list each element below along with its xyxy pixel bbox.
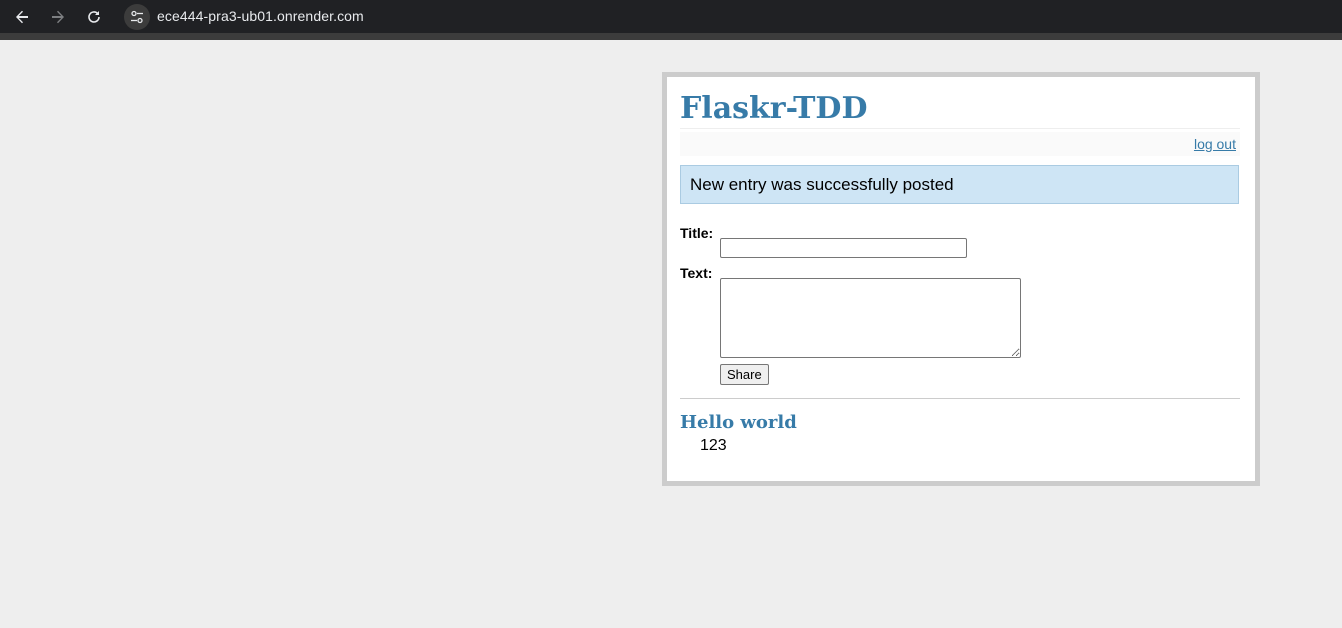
title-label: Title: [680,225,714,241]
title-input[interactable] [720,238,967,258]
url-text[interactable]: ece444-pra3-ub01.onrender.com [157,8,364,24]
browser-chrome: ece444-pra3-ub01.onrender.com [0,0,1342,40]
flaskr-page: Flaskr-TDD log out New entry was success… [662,72,1260,486]
forward-button[interactable] [45,4,71,30]
text-label: Text: [680,265,713,281]
logout-link[interactable]: log out [1194,136,1236,152]
site-info-button[interactable] [124,4,150,30]
text-textarea[interactable] [720,278,1021,358]
entry-text: 123 [700,437,727,454]
metanav: log out [680,132,1240,156]
flash-message: New entry was successfully posted [680,165,1239,204]
arrow-left-icon [16,10,28,24]
page-title: Flaskr-TDD [680,91,1240,129]
share-button[interactable]: Share [720,364,769,385]
reload-button[interactable] [81,4,107,30]
entries-divider [680,398,1240,399]
address-bar[interactable]: ece444-pra3-ub01.onrender.com [121,1,1342,32]
entry-title: Hello world [680,412,797,433]
tune-icon [131,10,143,24]
toolbar-bottom-strip [0,33,1342,40]
back-button[interactable] [9,4,35,30]
reload-icon [88,11,100,23]
arrow-right-icon [52,10,64,24]
